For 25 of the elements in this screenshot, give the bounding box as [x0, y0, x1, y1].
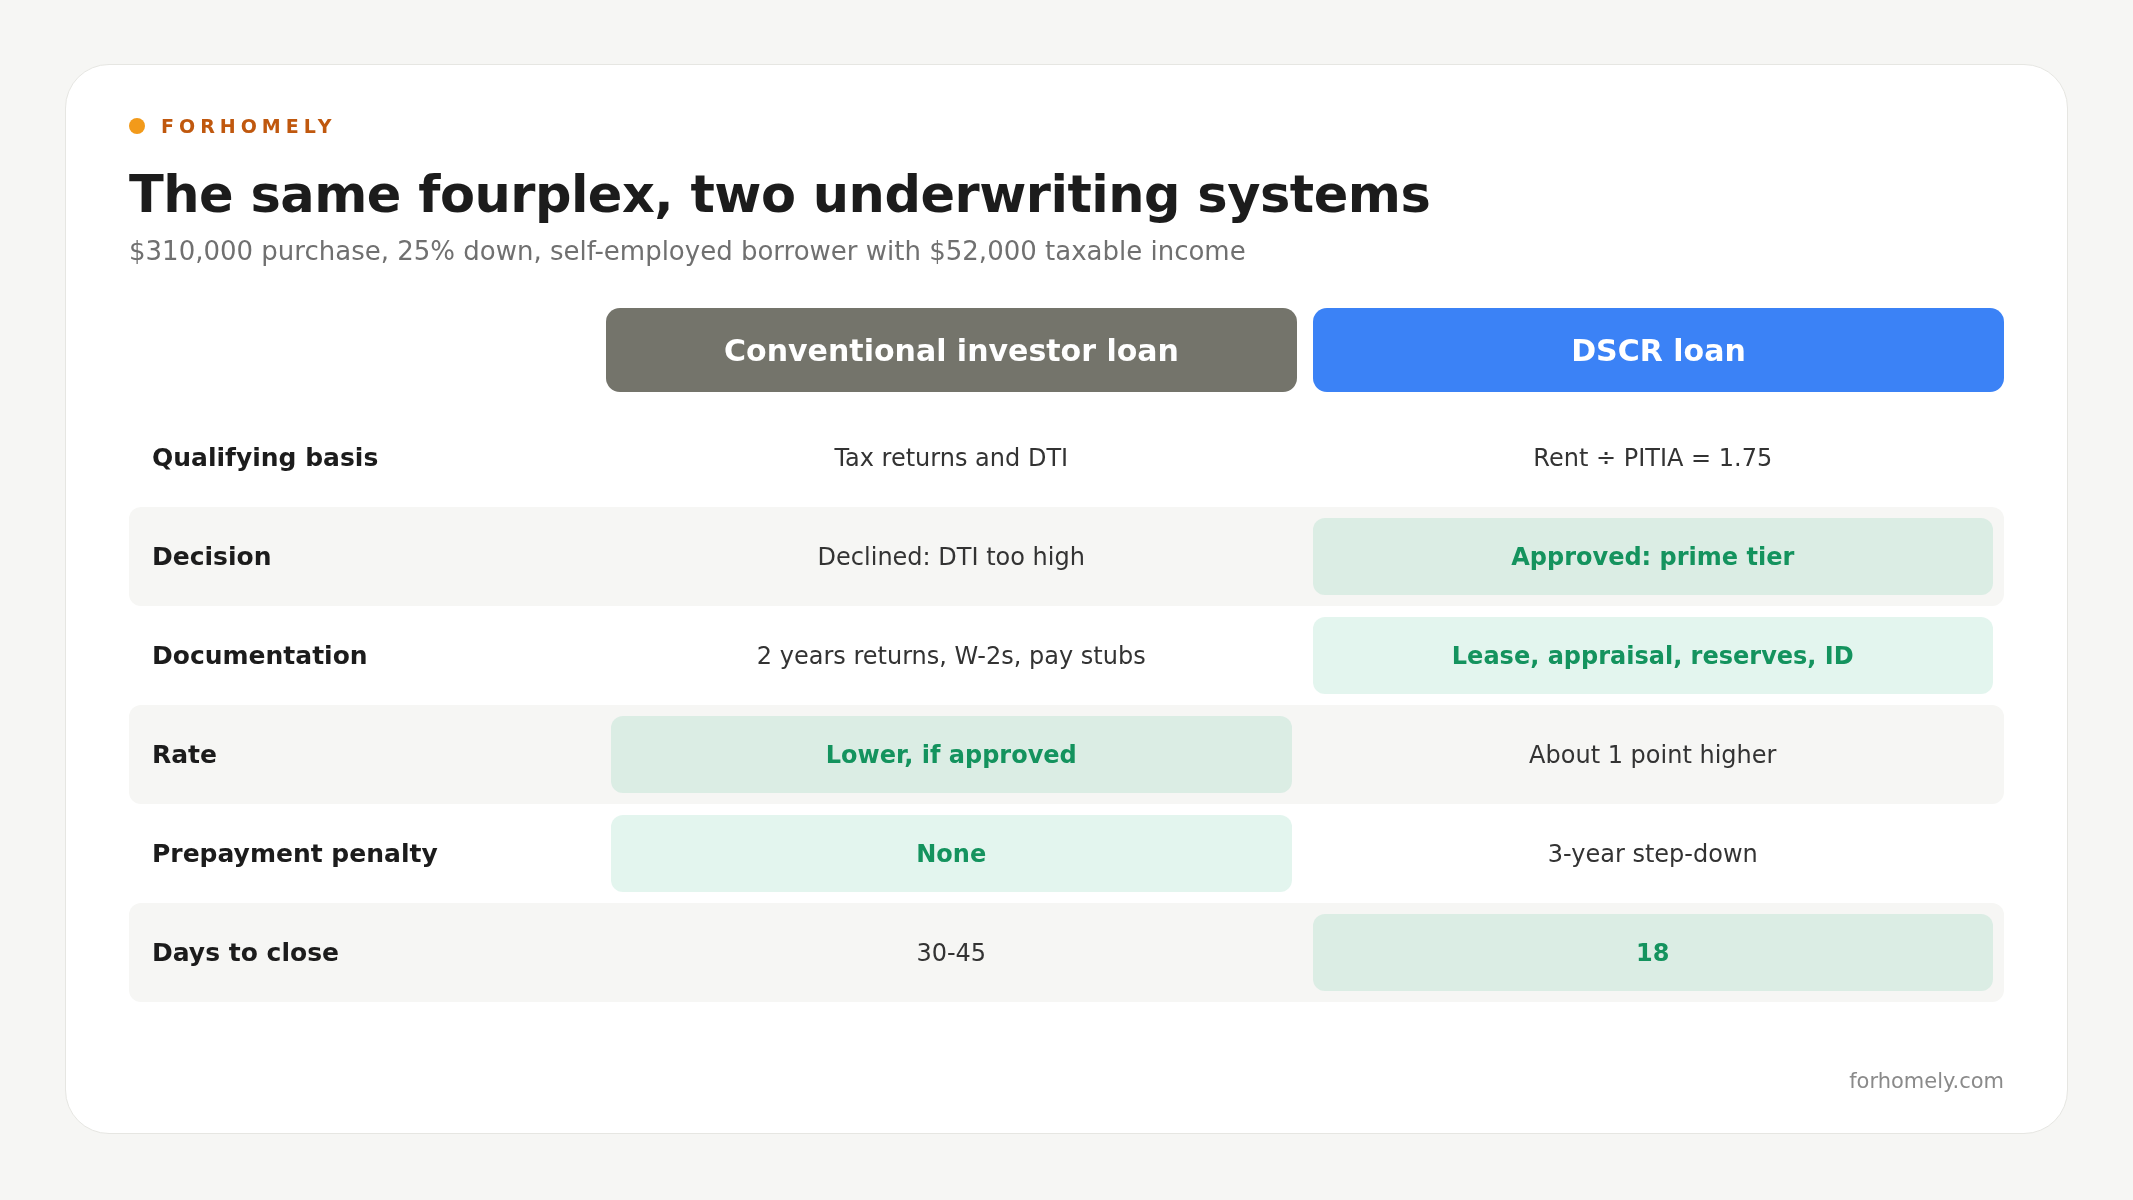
row-label: Days to close	[151, 938, 340, 967]
footer-url: forhomely.com	[1849, 1069, 2004, 1093]
table-cell-text: 30-45	[915, 937, 988, 969]
column-header: DSCR loan	[1313, 308, 2004, 392]
row-label: Qualifying basis	[151, 443, 380, 472]
highlighted-cell: Lease, appraisal, reserves, ID	[1312, 617, 1993, 694]
row-label: Documentation	[151, 641, 369, 670]
table-cell-text: About 1 point higher	[1528, 739, 1778, 771]
highlighted-cell: 18	[1312, 914, 1993, 991]
column-header: Conventional investor loan	[606, 308, 1297, 392]
highlighted-cell: None	[611, 815, 1292, 892]
table-cell-text: 3-year step-down	[1546, 838, 1759, 870]
table-cell-text: 2 years returns, W-2s, pay stubs	[755, 640, 1147, 672]
subtitle: $310,000 purchase, 25% down, self-employed borrower with $52,000 taxable income	[129, 236, 1247, 266]
row-label: Rate	[151, 740, 219, 769]
row-label: Decision	[151, 542, 273, 571]
highlighted-cell: Lower, if approved	[611, 716, 1292, 793]
highlighted-cell: Approved: prime tier	[1312, 518, 1993, 595]
dot-icon	[129, 118, 145, 134]
table-cell-text: Tax returns and DTI	[833, 442, 1070, 474]
title: The same fourplex, two underwriting systems	[129, 165, 1432, 224]
brand-name: FORHOMELY	[161, 115, 337, 137]
table-cell-text: Declined: DTI too high	[816, 541, 1086, 573]
row-label: Prepayment penalty	[151, 839, 439, 868]
table-cell-text: Rent ÷ PITIA = 1.75	[1532, 442, 1774, 474]
